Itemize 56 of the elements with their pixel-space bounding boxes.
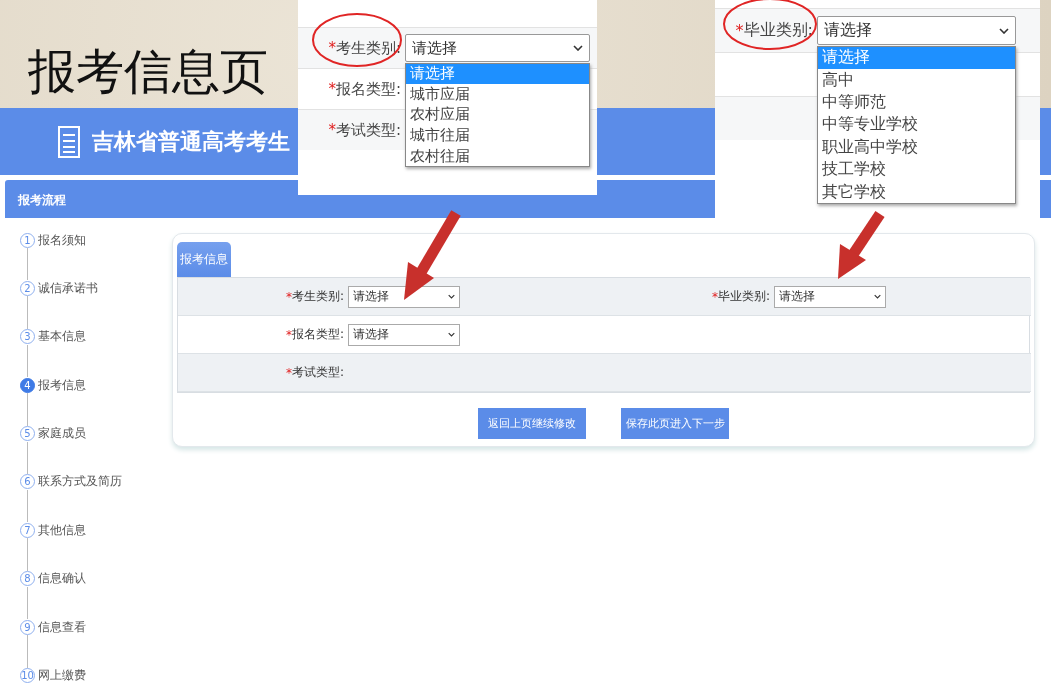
field-label: 报名类型: (335, 79, 401, 99)
required-mark: * (285, 327, 292, 342)
arrow-annotation (838, 210, 885, 279)
chevron-icon (874, 294, 881, 299)
step-label[interactable]: 联系方式及简历 (38, 473, 122, 491)
required-mark: * (328, 121, 336, 139)
chevron-icon (999, 27, 1009, 34)
step-label[interactable]: 基本信息 (38, 328, 86, 346)
field-label: 考生类别: (335, 38, 401, 58)
dropdown-option[interactable]: 技工学校 (818, 158, 1015, 181)
required-mark: * (285, 289, 292, 304)
required-mark: * (328, 39, 336, 57)
select-value: 请选择 (412, 38, 457, 58)
step-label[interactable]: 信息确认 (38, 570, 86, 588)
step-label[interactable]: 报名须知 (38, 231, 86, 249)
select-field[interactable]: 请选择 (348, 285, 460, 308)
field-label: 考试类型: (291, 364, 344, 381)
select-field[interactable]: 请选择 (348, 323, 460, 346)
select-field[interactable]: 请选择 (405, 34, 590, 62)
sidebar-title: 报考流程 (18, 192, 66, 209)
step-number[interactable]: 4 (20, 377, 35, 393)
step-label[interactable]: 其他信息 (38, 521, 86, 539)
required-mark: * (711, 289, 718, 304)
select-field[interactable]: 请选择 (774, 285, 886, 308)
step-label[interactable]: 诚信承诺书 (38, 279, 98, 297)
site-title: 吉林省普通高考考生 (92, 127, 290, 156)
dropdown-option[interactable]: 职业高中学校 (818, 136, 1015, 159)
step-label[interactable]: 信息查看 (38, 618, 86, 636)
step-label[interactable]: 报考信息 (38, 376, 86, 394)
select-field[interactable]: 请选择 (817, 16, 1016, 45)
field-label: 考生类别: (291, 288, 344, 305)
select-value: 请选择 (779, 288, 815, 305)
select-value: 请选择 (824, 20, 872, 41)
step-label[interactable]: 家庭成员 (38, 425, 86, 443)
required-mark: * (285, 365, 292, 380)
dropdown-option[interactable]: 城市往届 (406, 125, 589, 146)
field-label: 毕业类别: (717, 288, 770, 305)
document-icon (58, 125, 80, 158)
slide-title: 报考信息页 (27, 44, 268, 100)
field-label: 报名类型: (291, 326, 344, 343)
required-mark: * (735, 21, 744, 40)
dropdown-option[interactable]: 其它学校 (818, 180, 1015, 204)
dropdown-option[interactable]: 高中 (818, 68, 1015, 92)
field-label: 考试类型: (335, 120, 401, 140)
field-label: 毕业类别: (743, 20, 813, 41)
select-value: 请选择 (353, 326, 389, 343)
dropdown-option[interactable]: 中等师范 (818, 91, 1015, 114)
select-value: 请选择 (353, 288, 389, 305)
dropdown-option[interactable]: 农村往届 (406, 145, 589, 167)
required-mark: * (328, 80, 336, 98)
chevron-icon (448, 294, 455, 299)
dropdown-option[interactable]: 城市应届 (406, 84, 589, 105)
step-label[interactable]: 网上缴费 (38, 667, 86, 684)
chevron-icon (448, 332, 455, 337)
dropdown-option[interactable]: 农村应届 (406, 104, 589, 126)
chevron-icon (573, 45, 583, 51)
